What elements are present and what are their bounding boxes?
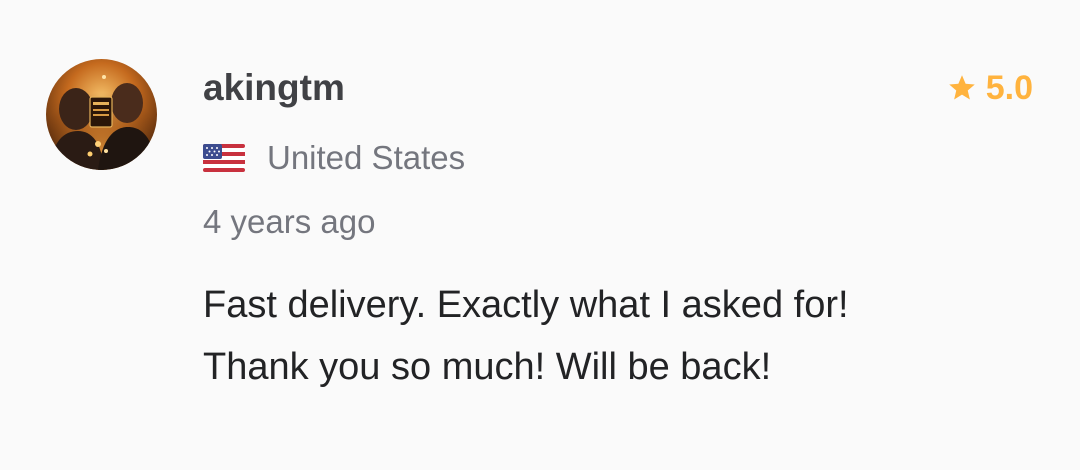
review-timestamp: 4 years ago [203,203,376,240]
review-text: Fast delivery. Exactly what I asked for!… [203,284,849,388]
country-name: United States [267,139,466,176]
avatar-image [46,59,157,170]
star-icon [947,73,977,103]
review-card: akingtm 5.0 United States 4 years ago Fa… [0,0,1080,470]
username[interactable]: akingtm [203,64,345,112]
us-flag-icon [203,144,245,172]
country: United States [203,136,465,180]
avatar[interactable] [46,59,157,170]
rating-value: 5.0 [985,69,1033,107]
rating: 5.0 [947,66,1033,110]
